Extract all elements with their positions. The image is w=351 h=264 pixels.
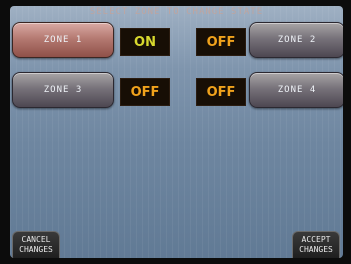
zone-3-state: OFF xyxy=(120,78,170,106)
touch-screen: SELECT ZONE TO CHANGE STATE ZONE 1 ON OF… xyxy=(10,6,343,258)
zone-2-state: OFF xyxy=(196,28,246,56)
screen-title: SELECT ZONE TO CHANGE STATE xyxy=(89,7,264,17)
cancel-label-line1: CANCEL xyxy=(21,235,51,244)
accept-label-line1: ACCEPT xyxy=(301,235,331,244)
cancel-changes-button[interactable]: CANCEL CHANGES xyxy=(12,231,60,258)
zone-1-state: ON xyxy=(120,28,170,56)
accept-changes-button[interactable]: ACCEPT CHANGES xyxy=(292,231,340,258)
accept-label-line2: CHANGES xyxy=(299,245,333,254)
zone-1-button[interactable]: ZONE 1 xyxy=(12,22,114,58)
zone-2-button[interactable]: ZONE 2 xyxy=(249,22,343,58)
device-bezel: SELECT ZONE TO CHANGE STATE ZONE 1 ON OF… xyxy=(0,0,351,264)
cancel-label-line2: CHANGES xyxy=(19,245,53,254)
zone-4-button[interactable]: ZONE 4 xyxy=(249,72,343,108)
zone-4-state: OFF xyxy=(196,78,246,106)
zone-3-button[interactable]: ZONE 3 xyxy=(12,72,114,108)
